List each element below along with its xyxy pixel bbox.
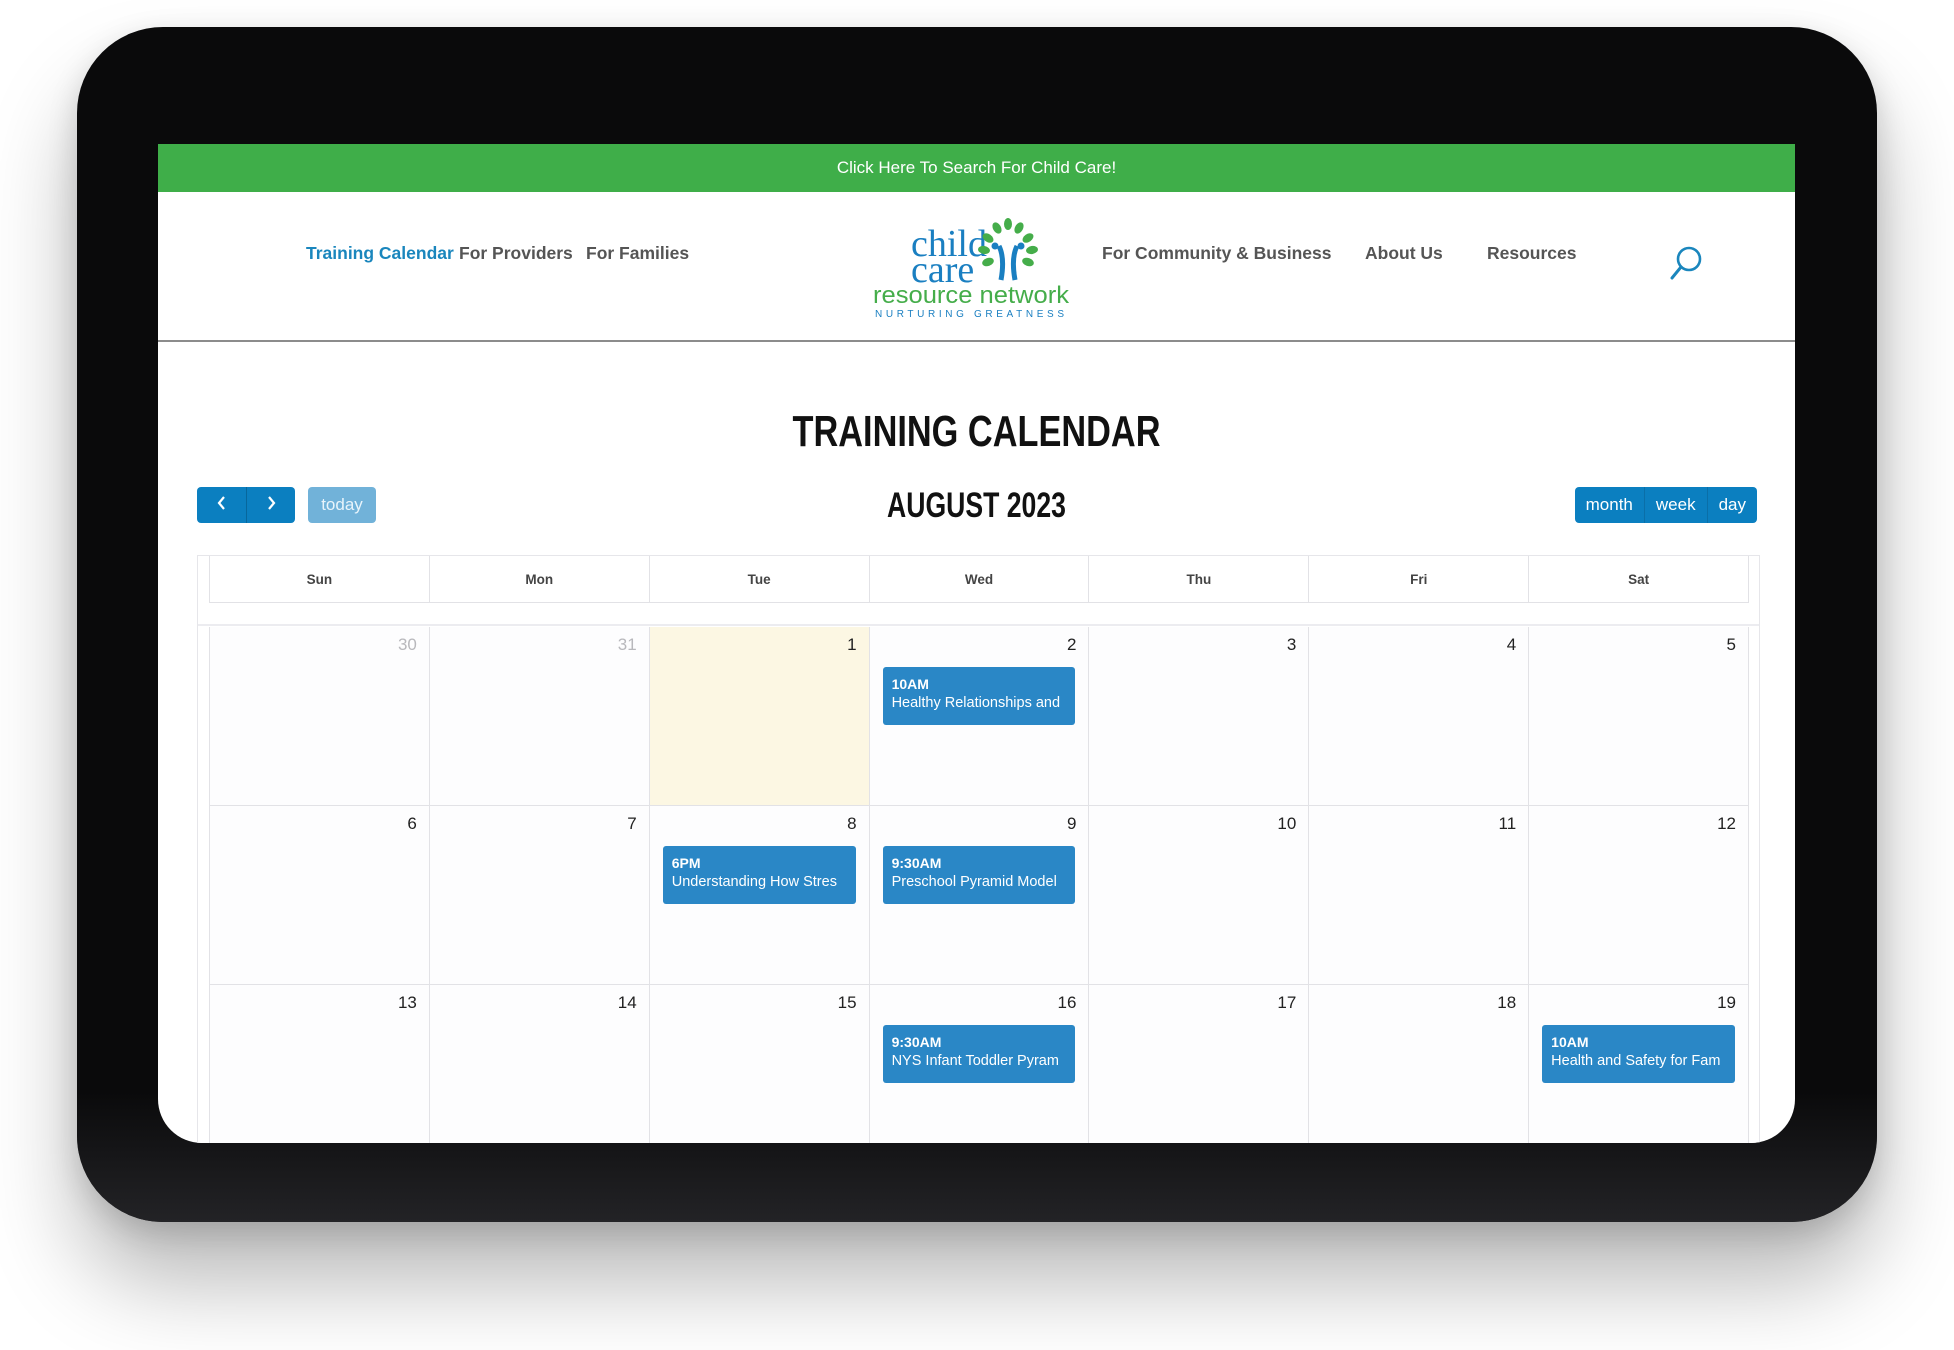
nav-training-calendar[interactable]: Training Calendar [306, 192, 454, 340]
day-cell-today[interactable]: 1 [648, 627, 869, 805]
day-number[interactable]: 2 [1067, 635, 1076, 655]
calendar-event[interactable]: 6PM Understanding How Stres [662, 846, 856, 904]
nav-for-providers[interactable]: For Providers [459, 192, 573, 340]
day-cell[interactable]: 14 [428, 985, 649, 1143]
day-cell[interactable]: 11 [1308, 806, 1529, 984]
nav-for-community-business[interactable]: For Community & Business [1102, 192, 1331, 340]
calendar-week-row: 6 7 8 6PM Understanding How Stres 9 9:30AM Pres… [209, 806, 1750, 985]
day-number[interactable]: 13 [398, 993, 417, 1013]
day-number[interactable]: 15 [838, 993, 857, 1013]
nav-for-families[interactable]: For Families [586, 192, 689, 340]
month-calendar: Sun Mon Tue Wed Thu Fri Sat 30 31 1 2 10AM He… [197, 555, 1760, 1143]
day-number[interactable]: 30 [398, 635, 417, 655]
day-cell[interactable]: 8 6PM Understanding How Stres [648, 806, 869, 984]
day-cell[interactable]: 30 [209, 627, 429, 805]
page-title: TRAINING CALENDAR [792, 407, 1161, 456]
day-number[interactable]: 11 [1499, 814, 1517, 834]
next-month-button[interactable] [246, 487, 295, 523]
day-cell[interactable]: 7 [428, 806, 649, 984]
day-cell[interactable]: 31 [428, 627, 649, 805]
day-cell[interactable]: 10 [1088, 806, 1309, 984]
day-number[interactable]: 12 [1717, 814, 1736, 834]
calendar-event[interactable]: 10AM Health and Safety for Fam [1542, 1025, 1736, 1083]
event-time: 10AM [1551, 1034, 1589, 1050]
logo-graphic: child care resource network Nurturing Gr… [873, 218, 1070, 320]
logo-tagline: Nurturing Greatness [875, 309, 1067, 320]
day-number[interactable]: 31 [618, 635, 637, 655]
event-time: 9:30AM [891, 1034, 942, 1050]
day-cell[interactable]: 5 [1528, 627, 1750, 805]
day-cell[interactable]: 19 10AM Health and Safety for Fam [1528, 985, 1750, 1143]
nav-resources[interactable]: Resources [1487, 192, 1577, 340]
view-day-button[interactable]: day [1706, 487, 1757, 523]
calendar-week-row: 13 14 15 16 9:30AM NYS Infant Toddler Pyram 17… [209, 985, 1750, 1143]
view-switcher: month week day [1574, 487, 1757, 523]
day-cell[interactable]: 17 [1088, 985, 1309, 1143]
weekday-header: Mon [428, 556, 649, 602]
prev-month-button[interactable] [197, 487, 246, 523]
day-cell[interactable]: 9 9:30AM Preschool Pyramid Model [868, 806, 1089, 984]
day-cell[interactable]: 4 [1308, 627, 1529, 805]
calendar-week-row: 30 31 1 2 10AM Healthy Relationships and 3 4 5 [209, 627, 1750, 806]
day-cell[interactable]: 13 [209, 985, 429, 1143]
day-number[interactable]: 17 [1277, 993, 1296, 1013]
day-number[interactable]: 5 [1727, 635, 1736, 655]
day-number[interactable]: 19 [1717, 993, 1736, 1013]
search-child-care-banner[interactable]: Click Here To Search For Child Care! [158, 144, 1795, 192]
day-number[interactable]: 9 [1067, 814, 1076, 834]
nav-about-us[interactable]: About Us [1365, 192, 1443, 340]
day-cell[interactable]: 6 [209, 806, 429, 984]
calendar-weeks: 30 31 1 2 10AM Healthy Relationships and 3 4 5 6 7… [209, 627, 1750, 1143]
calendar-month-title: AUGUST 2023 [887, 486, 1066, 525]
day-cell[interactable]: 18 [1308, 985, 1529, 1143]
day-cell[interactable]: 12 [1528, 806, 1750, 984]
chevron-left-icon [216, 495, 228, 516]
chevron-right-icon [265, 495, 277, 516]
event-time: 6PM [671, 855, 701, 871]
day-number[interactable]: 18 [1497, 993, 1516, 1013]
site-header: Training Calendar For Providers For Fami… [158, 192, 1795, 342]
weekday-header: Sun [209, 556, 429, 602]
view-week-button[interactable]: week [1643, 487, 1707, 523]
header-divider [198, 624, 1759, 626]
event-title: Preschool Pyramid Model [891, 874, 1057, 890]
view-month-button[interactable]: month [1574, 487, 1644, 523]
today-button[interactable]: today [308, 487, 376, 523]
day-cell[interactable]: 15 [648, 985, 869, 1143]
event-time: 9:30AM [891, 855, 942, 871]
weekday-header: Thu [1088, 556, 1308, 602]
day-number[interactable]: 7 [627, 814, 636, 834]
event-title: NYS Infant Toddler Pyram [891, 1053, 1059, 1069]
weekday-header: Tue [648, 556, 869, 602]
day-number[interactable]: 10 [1277, 814, 1296, 834]
weekday-header-row: Sun Mon Tue Wed Thu Fri Sat [209, 556, 1750, 603]
calendar-event[interactable]: 9:30AM NYS Infant Toddler Pyram [882, 1025, 1076, 1083]
browser-screen: Click Here To Search For Child Care! Tra… [158, 144, 1795, 1143]
day-number[interactable]: 8 [847, 814, 856, 834]
day-number[interactable]: 14 [618, 993, 637, 1013]
day-cell[interactable]: 2 10AM Healthy Relationships and [868, 627, 1089, 805]
day-number[interactable]: 6 [407, 814, 416, 834]
calendar-event[interactable]: 9:30AM Preschool Pyramid Model [882, 846, 1076, 904]
day-cell[interactable]: 16 9:30AM NYS Infant Toddler Pyram [868, 985, 1089, 1143]
weekday-header: Wed [868, 556, 1089, 602]
search-button[interactable] [1668, 244, 1704, 284]
event-title: Health and Safety for Fam [1551, 1053, 1721, 1069]
logo-line-resource-network: resource network [873, 282, 1070, 309]
event-title: Healthy Relationships and [891, 695, 1061, 711]
weekday-header: Sat [1528, 556, 1750, 602]
prev-next-group [197, 487, 295, 523]
event-time: 10AM [891, 676, 929, 692]
day-cell[interactable]: 3 [1088, 627, 1309, 805]
day-number[interactable]: 16 [1058, 993, 1077, 1013]
calendar-event[interactable]: 10AM Healthy Relationships and [882, 667, 1076, 725]
child-care-resource-network-logo[interactable]: child care resource network NURTURING GR… [871, 216, 1071, 320]
weekday-header: Fri [1308, 556, 1528, 602]
search-icon [1670, 246, 1702, 280]
event-title: Understanding How Stres [671, 874, 837, 890]
day-number[interactable]: 3 [1287, 635, 1296, 655]
day-number[interactable]: 4 [1507, 635, 1516, 655]
day-number[interactable]: 1 [847, 635, 856, 655]
